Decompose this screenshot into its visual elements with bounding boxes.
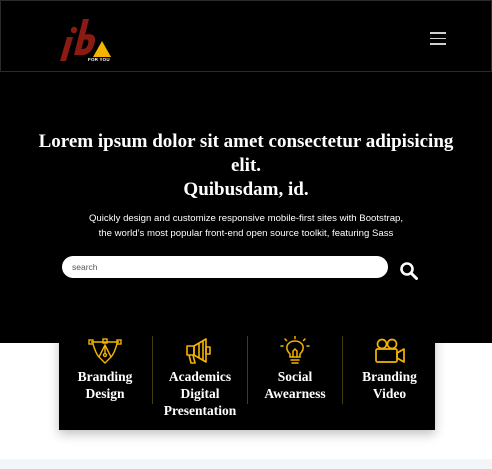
search-input[interactable] [62,256,388,278]
search-bar [62,256,388,278]
service-4-label-line-1: Branding [362,369,417,384]
search-icon[interactable] [399,261,419,281]
video-camera-icon [374,338,405,363]
service-3-label-line-1: Social [277,369,313,384]
service-branding-video[interactable]: Branding Video [344,331,435,430]
hero-subtitle-line-2: the world’s most popular front-end open … [98,228,394,239]
service-2-label-line-3: Presentation [163,403,237,418]
hero-title-line-1: Lorem ipsum dolor sit amet consectetur a… [38,131,454,152]
hero-subtitle: Quickly design and customize responsive … [20,211,472,241]
hero-title: Lorem ipsum dolor sit amet consectetur a… [0,130,492,202]
service-branding-design[interactable]: Branding Design [59,331,151,430]
services-card: Branding Design Academics Digital Presen… [59,331,435,430]
megaphone-icon [186,338,211,364]
service-2-label-line-2: Digital [180,386,220,401]
service-2-label-line-1: Academics [168,369,232,384]
lightbulb-icon [280,336,310,364]
hero-title-line-3: Quibusdam, id. [183,179,309,200]
hero-title-line-2: elit. [230,155,262,176]
service-social-awearness[interactable]: Social Awearness [249,331,341,430]
service-4-label-line-2: Video [372,386,407,401]
hero-section: Lorem ipsum dolor sit amet consectetur a… [0,72,492,343]
next-section-edge [0,459,492,469]
service-academics-digital-presentation[interactable]: Academics Digital Presentation [154,331,246,430]
hamburger-icon[interactable] [430,32,446,45]
pen-tool-icon [88,338,122,364]
service-divider [342,336,343,404]
hero-subtitle-line-1: Quickly design and customize responsive … [88,213,404,224]
service-divider [247,336,248,404]
logo-tagline: FOR YOU [88,57,110,62]
service-3-label-line-2: Awearness [264,386,326,401]
service-1-label-line-2: Design [85,386,125,401]
service-divider [152,336,153,404]
navbar: FOR YOU [0,0,492,73]
service-1-label-line-1: Branding [77,369,133,384]
